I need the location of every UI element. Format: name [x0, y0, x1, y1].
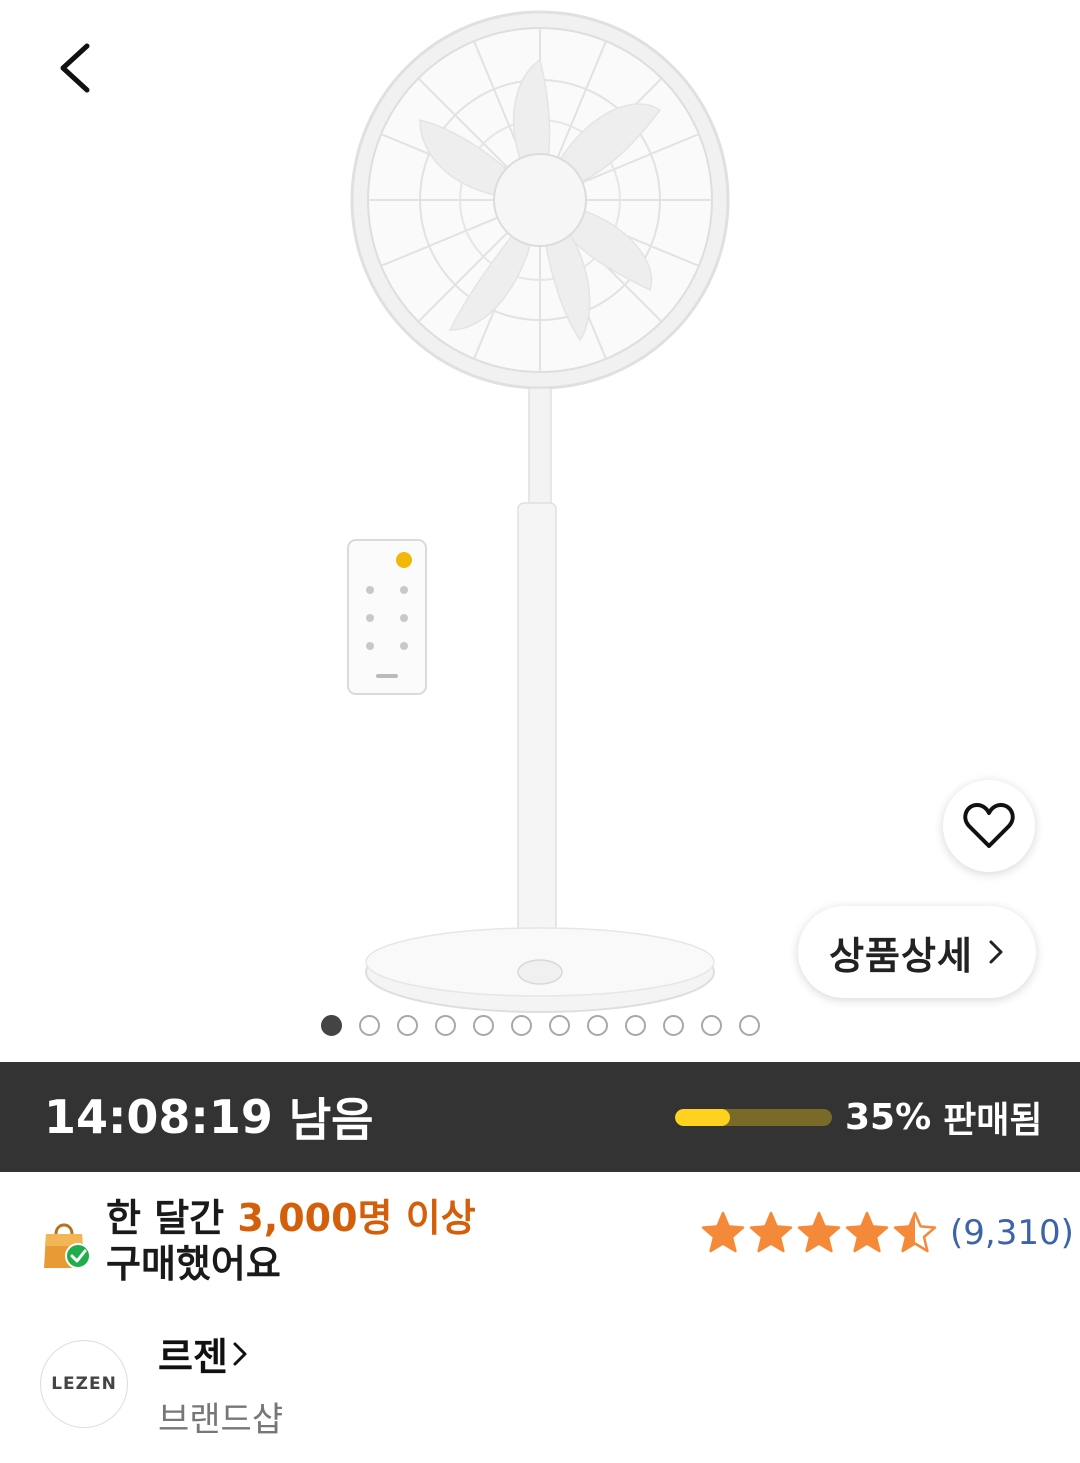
pagination-dot[interactable] [434, 1015, 456, 1036]
heart-outline-icon [963, 803, 1015, 848]
pagination-dot[interactable] [472, 1015, 494, 1036]
pagination-dot[interactable] [738, 1015, 760, 1036]
shopping-bag-check-icon [44, 1223, 91, 1269]
star-full-icon [845, 1211, 889, 1253]
pagination-dot[interactable] [624, 1015, 646, 1036]
chevron-right-icon [233, 1342, 247, 1365]
brand-name: 르젠 [158, 1335, 228, 1379]
star-half-icon [893, 1211, 937, 1253]
review-count[interactable]: (9,310) [950, 1213, 1074, 1253]
popularity-suffix: 구매했어요 [106, 1241, 281, 1286]
brand-subtitle: 브랜드샵 [158, 1400, 284, 1440]
pagination-dot[interactable] [320, 1015, 342, 1036]
popularity-prefix: 한 달간 [106, 1196, 225, 1240]
pagination-dot[interactable] [396, 1015, 418, 1036]
deal-timer: 14:08:19 남음 [44, 1062, 373, 1172]
pagination-dot[interactable] [510, 1015, 532, 1036]
sold-status: 35% 판매됨 [845, 1062, 1043, 1172]
deal-time-suffix: 남음 [288, 1093, 374, 1147]
pagination-dot[interactable] [700, 1015, 722, 1036]
star-full-icon [797, 1211, 841, 1253]
brand-logo[interactable]: LEZEN [40, 1340, 128, 1428]
pagination-dot[interactable] [358, 1015, 380, 1036]
popularity-text: 한 달간 3,000명 이상 구매했어요 [106, 1196, 476, 1287]
product-detail-button[interactable]: 상품상세 [798, 906, 1036, 998]
remote-control-image [347, 539, 427, 695]
chevron-left-icon [60, 43, 90, 93]
product-detail-label: 상품상세 [829, 933, 973, 978]
sold-percent: 35% [845, 1096, 932, 1138]
back-button[interactable] [40, 30, 110, 106]
product-rating[interactable]: (9,310) [700, 1210, 1074, 1256]
sold-progress-fill [675, 1109, 730, 1126]
star-full-icon [749, 1211, 793, 1253]
star-full-icon [701, 1211, 745, 1253]
image-pagination-dots[interactable] [0, 1015, 1080, 1036]
rating-stars [700, 1210, 938, 1256]
pagination-dot[interactable] [662, 1015, 684, 1036]
product-image [350, 10, 730, 1013]
wishlist-button[interactable] [943, 780, 1035, 872]
purchase-popularity: 한 달간 3,000명 이상 구매했어요 [42, 1196, 476, 1287]
sold-label: 판매됨 [943, 1100, 1043, 1141]
pagination-dot[interactable] [548, 1015, 570, 1036]
deal-time-remaining: 14:08:19 [44, 1090, 273, 1144]
popularity-highlight: 3,000명 이상 [237, 1196, 476, 1240]
brand-name-link[interactable]: 르젠 [158, 1326, 248, 1381]
chevron-right-icon [989, 940, 1003, 964]
pagination-dot[interactable] [586, 1015, 608, 1036]
sold-progress-bar [675, 1109, 832, 1126]
product-image-gallery[interactable]: 상품상세 [0, 0, 1080, 1062]
